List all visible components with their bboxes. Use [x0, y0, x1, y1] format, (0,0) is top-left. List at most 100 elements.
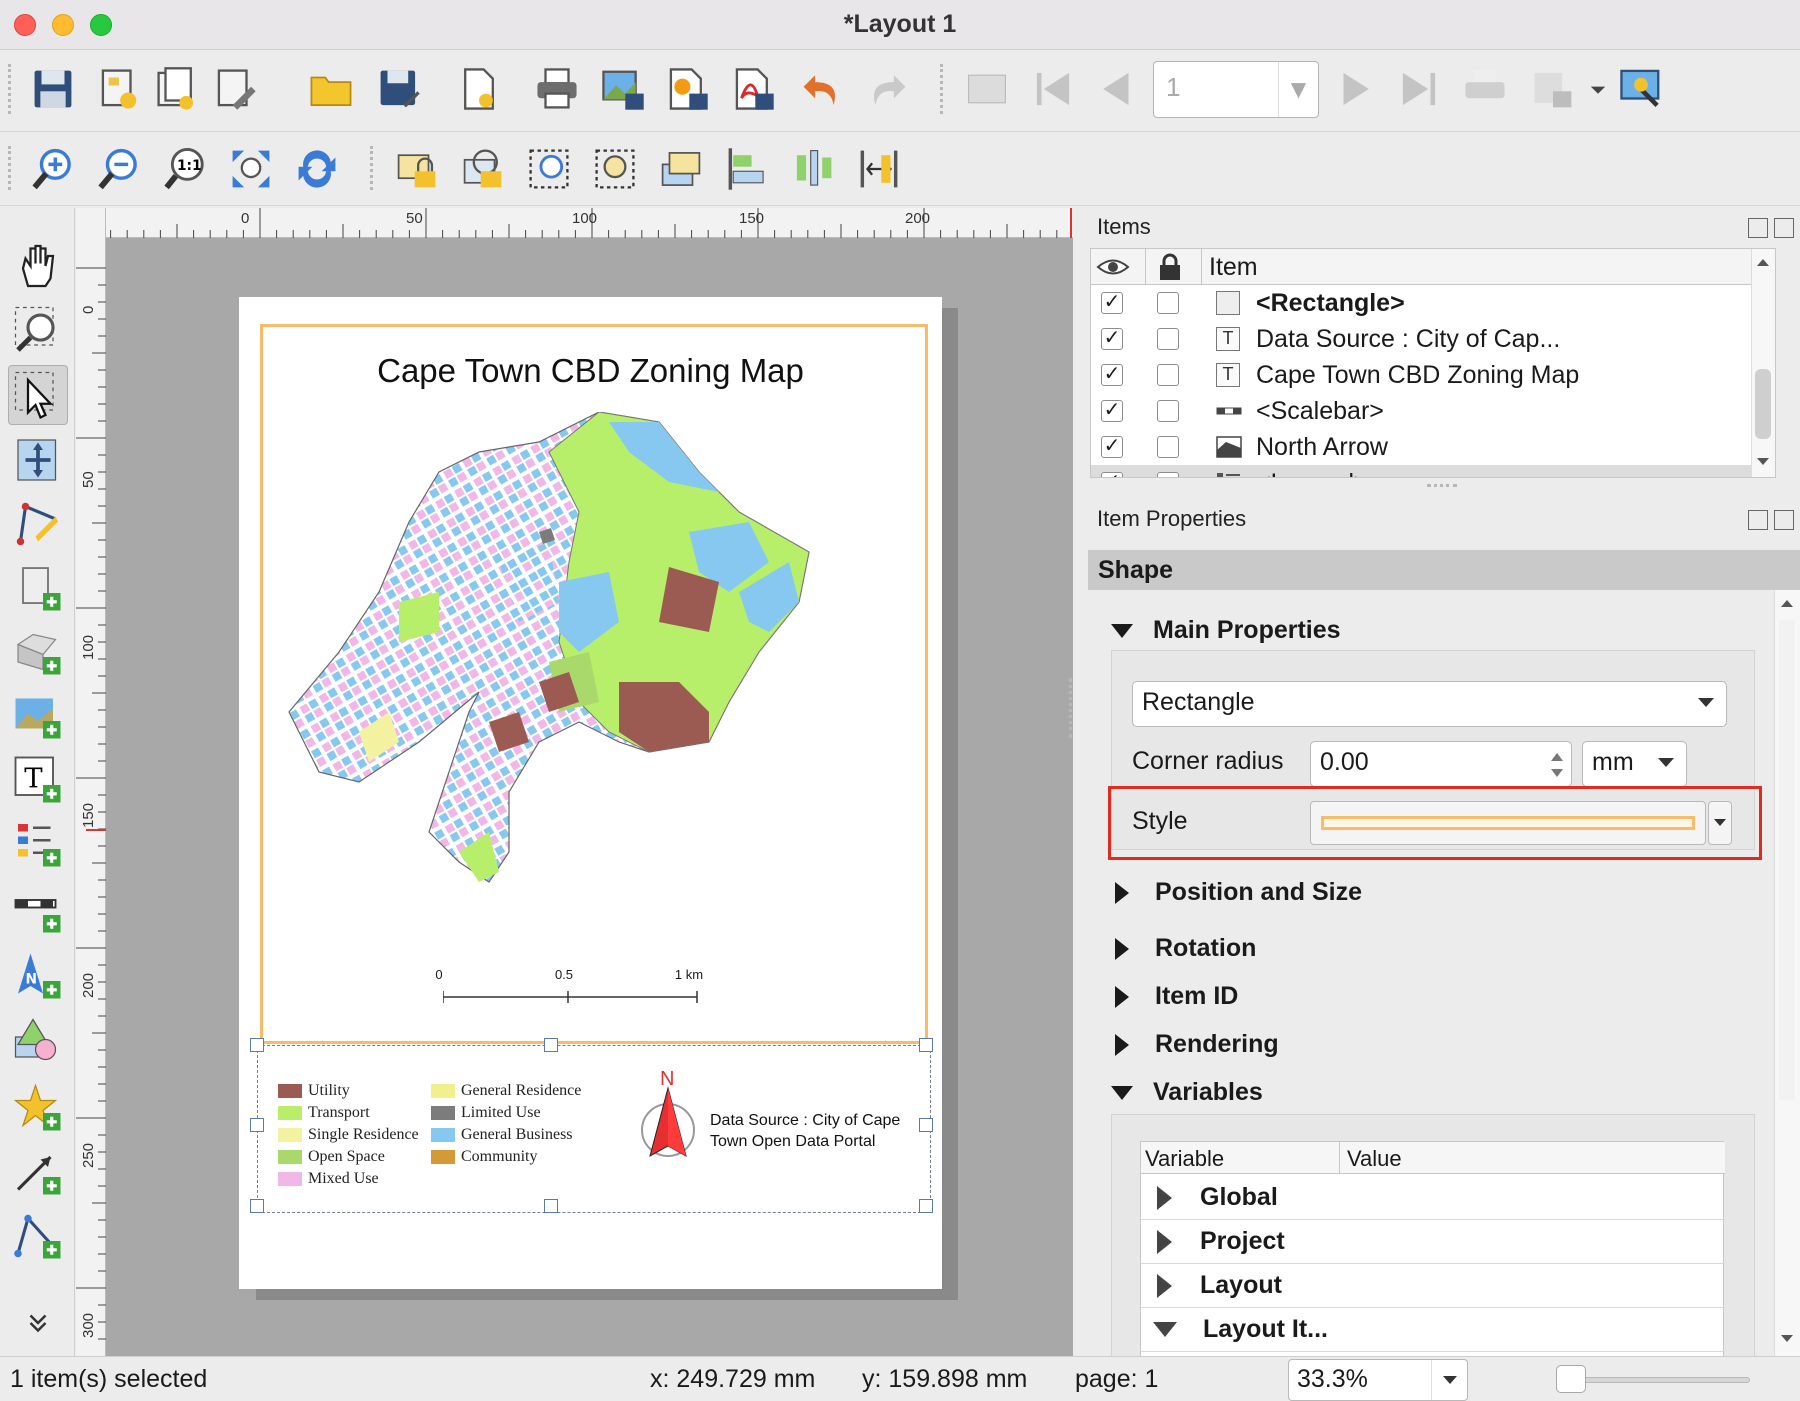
expand-arrow-icon[interactable]	[1115, 881, 1129, 904]
close-panel-icon[interactable]	[1774, 218, 1794, 238]
collapse-arrow-icon[interactable]	[1153, 1322, 1177, 1337]
atlas-settings-icon[interactable]	[1614, 60, 1668, 114]
chevron-down-icon[interactable]	[1586, 62, 1610, 116]
atlas-page-input[interactable]: 1 ▼	[1153, 61, 1319, 118]
panel-splitter[interactable]	[1427, 484, 1457, 487]
scroll-down-icon[interactable]	[1780, 1334, 1794, 1344]
export-svg-icon[interactable]	[660, 62, 714, 116]
corner-radius-input[interactable]: 0.00	[1310, 741, 1572, 787]
zoom-combo[interactable]: 33.3%	[1288, 1359, 1468, 1401]
layout-page[interactable]: Cape Town CBD Zoning Map 0 0.5 1 km Util…	[239, 297, 942, 1289]
map-title[interactable]: Cape Town CBD Zoning Map	[239, 352, 942, 390]
resize-handle[interactable]	[544, 1038, 558, 1052]
deselect-icon[interactable]	[588, 142, 642, 196]
align-left-icon[interactable]	[720, 142, 774, 196]
expand-arrow-icon[interactable]	[1157, 1229, 1172, 1254]
item-row-title[interactable]: ✓ T Cape Town CBD Zoning Map	[1091, 357, 1775, 393]
lock-checkbox[interactable]	[1157, 400, 1179, 422]
lock-icon[interactable]	[1157, 253, 1183, 281]
variable-row-global[interactable]: Global	[1141, 1176, 1725, 1220]
next-feature-icon[interactable]	[1328, 62, 1382, 116]
export-pdf-icon[interactable]	[726, 62, 780, 116]
variable-row-project[interactable]: Project	[1141, 1220, 1725, 1264]
zoom-out-icon[interactable]	[92, 142, 146, 196]
add-page-icon[interactable]	[8, 558, 68, 618]
move-content-icon[interactable]	[8, 430, 68, 490]
resize-handle[interactable]	[919, 1199, 933, 1213]
legend-item[interactable]: Utility Transport Single Residence Open …	[250, 1038, 933, 1213]
column-item[interactable]: Item	[1209, 253, 1258, 282]
lock-checkbox[interactable]	[1157, 292, 1179, 314]
splitter-handle[interactable]	[1069, 678, 1075, 738]
add-legend-icon[interactable]	[8, 814, 68, 874]
last-feature-icon[interactable]	[1392, 62, 1446, 116]
toolbar-grip[interactable]	[370, 146, 376, 190]
rendering-section[interactable]: Rendering	[1111, 1030, 1279, 1059]
lock-checkbox[interactable]	[1157, 472, 1179, 477]
add-picture-icon[interactable]	[8, 686, 68, 746]
shape-type-combo[interactable]: Rectangle	[1132, 681, 1727, 727]
eye-icon[interactable]	[1096, 256, 1130, 278]
export-atlas-icon[interactable]	[1526, 62, 1580, 116]
resize-handle[interactable]	[919, 1118, 933, 1132]
variables-section[interactable]: Variables	[1111, 1078, 1263, 1107]
zoning-map[interactable]	[279, 412, 819, 892]
expand-arrow-icon[interactable]	[1157, 1185, 1172, 1210]
zoom-slider-handle[interactable]	[1556, 1365, 1586, 1393]
add-north-arrow-icon[interactable]: N	[8, 946, 68, 1006]
duplicate-layout-icon[interactable]	[150, 62, 204, 116]
new-layout-icon[interactable]	[92, 62, 146, 116]
north-arrow-item[interactable]: N	[628, 1068, 708, 1170]
scroll-up-icon[interactable]	[1756, 257, 1770, 267]
column-variable[interactable]: Variable	[1145, 1146, 1224, 1172]
undo-icon[interactable]	[795, 62, 849, 116]
redo-icon[interactable]	[860, 62, 914, 116]
data-source-label[interactable]: Data Source : City of Cape Town Open Dat…	[710, 1110, 920, 1152]
expand-arrow-icon[interactable]	[1115, 985, 1129, 1008]
visibility-checkbox[interactable]: ✓	[1101, 292, 1123, 314]
scroll-thumb[interactable]	[1755, 369, 1771, 439]
chevron-down-icon[interactable]: ▼	[1278, 62, 1318, 117]
expand-arrow-icon[interactable]	[1115, 1033, 1129, 1056]
variable-row-layout-item[interactable]: Layout It...	[1141, 1308, 1725, 1352]
item-row-scalebar[interactable]: ✓ <Scalebar>	[1091, 393, 1775, 429]
open-folder-icon[interactable]	[304, 62, 358, 116]
rotation-section[interactable]: Rotation	[1111, 934, 1256, 963]
layout-canvas[interactable]: 0 50 100 150 200 0 50 100 150 200 250 30…	[76, 208, 1073, 1356]
items-tree[interactable]: Item ✓ <Rectangle> ✓ T Data Source : Cit…	[1090, 248, 1776, 478]
toolbar-grip[interactable]	[8, 146, 14, 190]
new-from-template-icon[interactable]	[452, 62, 506, 116]
add-shape-icon[interactable]	[8, 1012, 68, 1072]
horizontal-ruler[interactable]: 0 50 100 150 200	[76, 208, 1073, 238]
chevron-down-icon[interactable]	[1431, 1360, 1467, 1400]
item-row-data-source[interactable]: ✓ T Data Source : City of Cap...	[1091, 321, 1775, 357]
item-row-legend[interactable]: ✓ <Legend>	[1091, 465, 1775, 477]
lock-items-icon[interactable]	[390, 142, 444, 196]
layout-manager-icon[interactable]	[208, 62, 262, 116]
zoom-slider-track[interactable]	[1560, 1377, 1750, 1383]
collapse-arrow-icon[interactable]	[1111, 1085, 1133, 1100]
previous-feature-icon[interactable]	[1090, 62, 1144, 116]
print-atlas-icon[interactable]	[1458, 62, 1512, 116]
save-as-template-icon[interactable]	[372, 62, 426, 116]
resize-handle[interactable]	[250, 1118, 264, 1132]
print-icon[interactable]	[530, 62, 584, 116]
add-polyline-icon[interactable]	[8, 1206, 68, 1266]
chevron-down-icon[interactable]	[8, 1308, 68, 1338]
raise-items-icon[interactable]	[654, 142, 708, 196]
close-panel-icon[interactable]	[1774, 510, 1794, 530]
resize-handle[interactable]	[544, 1199, 558, 1213]
scroll-down-icon[interactable]	[1756, 457, 1770, 467]
add-arrow-icon[interactable]	[8, 1142, 68, 1202]
item-row-rectangle[interactable]: ✓ <Rectangle>	[1091, 285, 1775, 321]
export-image-icon[interactable]	[596, 62, 650, 116]
properties-scrollbar[interactable]	[1774, 590, 1800, 1356]
distribute-icon[interactable]	[786, 142, 840, 196]
main-properties-section[interactable]: Main Properties	[1111, 616, 1341, 645]
save-icon[interactable]	[26, 62, 80, 116]
scalebar-item[interactable]: 0 0.5 1 km	[435, 967, 743, 1017]
visibility-checkbox[interactable]: ✓	[1101, 472, 1123, 477]
first-feature-icon[interactable]	[1026, 62, 1080, 116]
lock-checkbox[interactable]	[1157, 364, 1179, 386]
refresh-icon[interactable]	[290, 142, 344, 196]
